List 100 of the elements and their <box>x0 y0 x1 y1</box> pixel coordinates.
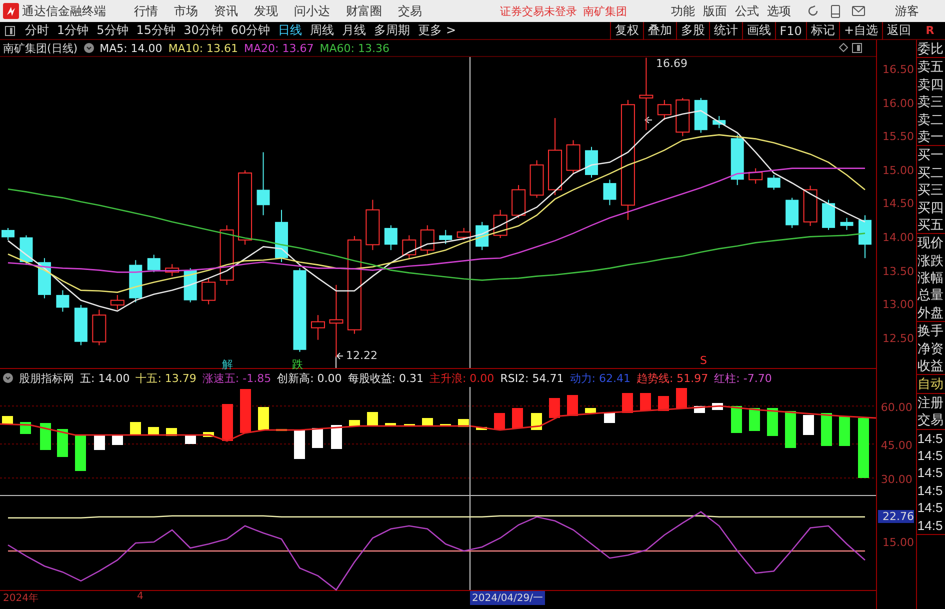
histogram-bar <box>57 429 68 457</box>
refresh-icon[interactable] <box>807 5 819 17</box>
tool-button[interactable]: 统计 <box>708 22 742 40</box>
tool-button[interactable]: 返回 <box>882 22 915 40</box>
period-tab[interactable]: 分时 <box>21 22 53 39</box>
quote-label: 14:5 <box>917 482 944 500</box>
menu-item[interactable]: 选项 <box>767 2 791 20</box>
candlestick <box>676 97 690 137</box>
quote-label: 外盘 <box>917 304 944 322</box>
tool-button[interactable]: 标记 <box>806 22 839 40</box>
indicator-value: 趋势线: 51.97 <box>636 370 708 386</box>
histogram-bar <box>40 423 51 450</box>
quote-label: 收益 <box>917 357 944 374</box>
histogram-bar <box>130 422 141 435</box>
quote-label: 买一 <box>917 146 944 164</box>
period-tab[interactable]: 月线 <box>338 22 370 39</box>
histogram-bar <box>622 393 633 413</box>
period-tab[interactable]: 1分钟 <box>53 22 93 39</box>
histogram-bar <box>585 408 596 413</box>
panel-toggle-icon[interactable] <box>852 43 862 53</box>
axis-label: 30.00 <box>880 473 912 486</box>
indicator-value: 五: 14.00 <box>80 370 130 386</box>
candlestick <box>712 116 726 129</box>
quote-label: 买四 <box>917 198 944 216</box>
menu-item[interactable]: 版面 <box>703 2 727 20</box>
period-tab[interactable]: 5分钟 <box>92 22 132 39</box>
period-tab[interactable]: 更多 > <box>414 22 460 39</box>
menu-item[interactable]: 功能 <box>671 2 695 20</box>
candlestick <box>840 217 854 230</box>
tool-button[interactable]: 多股 <box>676 22 709 40</box>
histogram-bar <box>312 428 323 448</box>
axis-label: 13.50 <box>882 264 914 278</box>
menu-item[interactable]: 资讯 <box>214 2 238 20</box>
panel-toggle-icon[interactable] <box>5 26 15 36</box>
tool-button[interactable]: 画线 <box>742 22 775 40</box>
low-price-label: 12.22 <box>346 349 378 362</box>
menu-item[interactable]: 问小达 <box>294 2 330 20</box>
histogram-bar <box>222 404 233 441</box>
period-tab[interactable]: 30分钟 <box>180 22 227 39</box>
average-value: : 14.00 <box>124 42 162 54</box>
period-tab[interactable]: 日线 <box>274 22 306 39</box>
period-tab[interactable]: 15分钟 <box>132 22 180 39</box>
candlestick <box>748 168 763 184</box>
quote-label: 14:5 <box>917 446 944 464</box>
tool-button[interactable]: F10 <box>774 22 806 40</box>
histogram-bar <box>767 408 778 436</box>
tool-button[interactable]: 复权 <box>610 22 643 40</box>
date-label: 2024年 <box>3 592 38 605</box>
candlestick <box>786 197 799 228</box>
indicator-name: 股朋指标网 <box>19 370 74 386</box>
tool-button[interactable]: 叠加 <box>642 22 676 40</box>
period-tab[interactable]: 多周期 <box>370 22 414 39</box>
indicator-value: 红柱: -7.70 <box>714 370 772 386</box>
histogram-bar <box>785 411 796 448</box>
candlestick <box>220 224 234 286</box>
diamond-icon[interactable] <box>839 43 848 52</box>
quote-label: 卖三 <box>917 93 944 111</box>
indicator-value: 创新高: 0.00 <box>277 370 342 386</box>
period-tab[interactable]: 60分钟 <box>226 22 274 39</box>
user-name[interactable]: 游客 <box>895 2 919 20</box>
axis-label: 60.00 <box>880 401 912 414</box>
quote-label: 卖一 <box>917 128 944 146</box>
candlestick <box>420 224 434 255</box>
menu-item[interactable]: 市场 <box>174 2 198 20</box>
phone-icon[interactable] <box>831 4 840 18</box>
menu-item[interactable]: 发现 <box>254 2 278 20</box>
menu-item[interactable]: 公式 <box>735 2 759 20</box>
quote-label: 涨跌 <box>917 252 944 270</box>
quote-label: 卖五 <box>917 58 944 76</box>
indicator-value: 主升浪: 0.00 <box>429 370 494 386</box>
average-value: : 13.67 <box>275 42 314 54</box>
quote-label: 自动 <box>917 375 944 393</box>
cursor-date-label: 2024/04/29/一 <box>470 591 546 605</box>
histogram-bar <box>512 408 523 428</box>
period-tab[interactable]: 周线 <box>306 22 338 39</box>
candlestick <box>20 234 33 266</box>
candlestick <box>275 209 288 263</box>
tool-button[interactable]: +自选 <box>838 22 882 40</box>
histogram-bar <box>476 427 487 430</box>
signal-marker: S <box>700 354 707 367</box>
histogram-bar <box>94 435 105 450</box>
candlestick <box>56 290 70 312</box>
menu-item[interactable]: 财富圈 <box>346 2 382 20</box>
menu-item[interactable]: 行情 <box>134 2 158 20</box>
login-status[interactable]: 证券交易未登录 <box>500 4 577 18</box>
high-price-label: 16.69 <box>656 57 688 70</box>
candlestick <box>74 304 88 346</box>
quote-label: 14:5 <box>917 430 944 447</box>
candlestick <box>858 214 872 259</box>
app-title: 通达信金融终端 <box>22 2 106 20</box>
axis-label: 14.00 <box>882 230 914 244</box>
indicator-value: 每股收益: 0.31 <box>348 370 424 386</box>
menu-item[interactable]: 交易 <box>398 2 422 20</box>
axis-label: 15.50 <box>882 130 914 144</box>
candlestick <box>730 134 744 186</box>
mail-icon[interactable] <box>852 6 865 16</box>
stock-name: 南矿集团 <box>583 4 627 18</box>
candlestick <box>92 309 106 346</box>
candlestick <box>110 294 124 310</box>
indicator-value: RSI2: 54.71 <box>500 372 564 384</box>
